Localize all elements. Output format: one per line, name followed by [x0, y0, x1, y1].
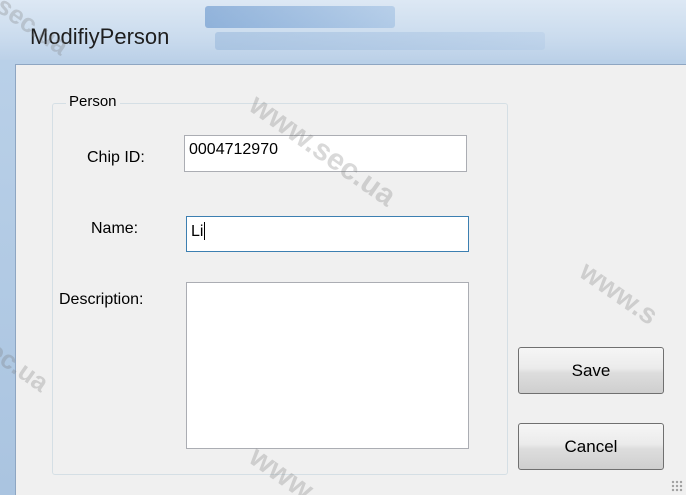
modify-person-window: ModifiyPerson Person Chip ID: 0004712970…	[0, 0, 686, 495]
name-label: Name:	[91, 220, 139, 237]
dialog-client-area: Person Chip ID: 0004712970 Name: Li Desc…	[15, 64, 686, 495]
name-field[interactable]: Li	[186, 216, 469, 252]
background-blur	[205, 6, 395, 28]
person-group-legend: Person	[66, 93, 120, 110]
text-cursor	[204, 222, 206, 240]
chip-id-label: Chip ID:	[87, 149, 145, 166]
title-bar[interactable]: ModifiyPerson	[0, 0, 686, 60]
description-label: Description:	[59, 291, 144, 308]
chip-id-field[interactable]: 0004712970	[184, 135, 467, 172]
description-field[interactable]	[186, 282, 469, 449]
background-blur	[215, 32, 545, 50]
resize-grip-icon[interactable]	[671, 480, 683, 492]
name-value: Li	[191, 223, 204, 240]
save-button[interactable]: Save	[518, 347, 664, 394]
cancel-button[interactable]: Cancel	[518, 423, 664, 470]
chip-id-value: 0004712970	[189, 141, 278, 158]
window-title: ModifiyPerson	[30, 24, 170, 49]
